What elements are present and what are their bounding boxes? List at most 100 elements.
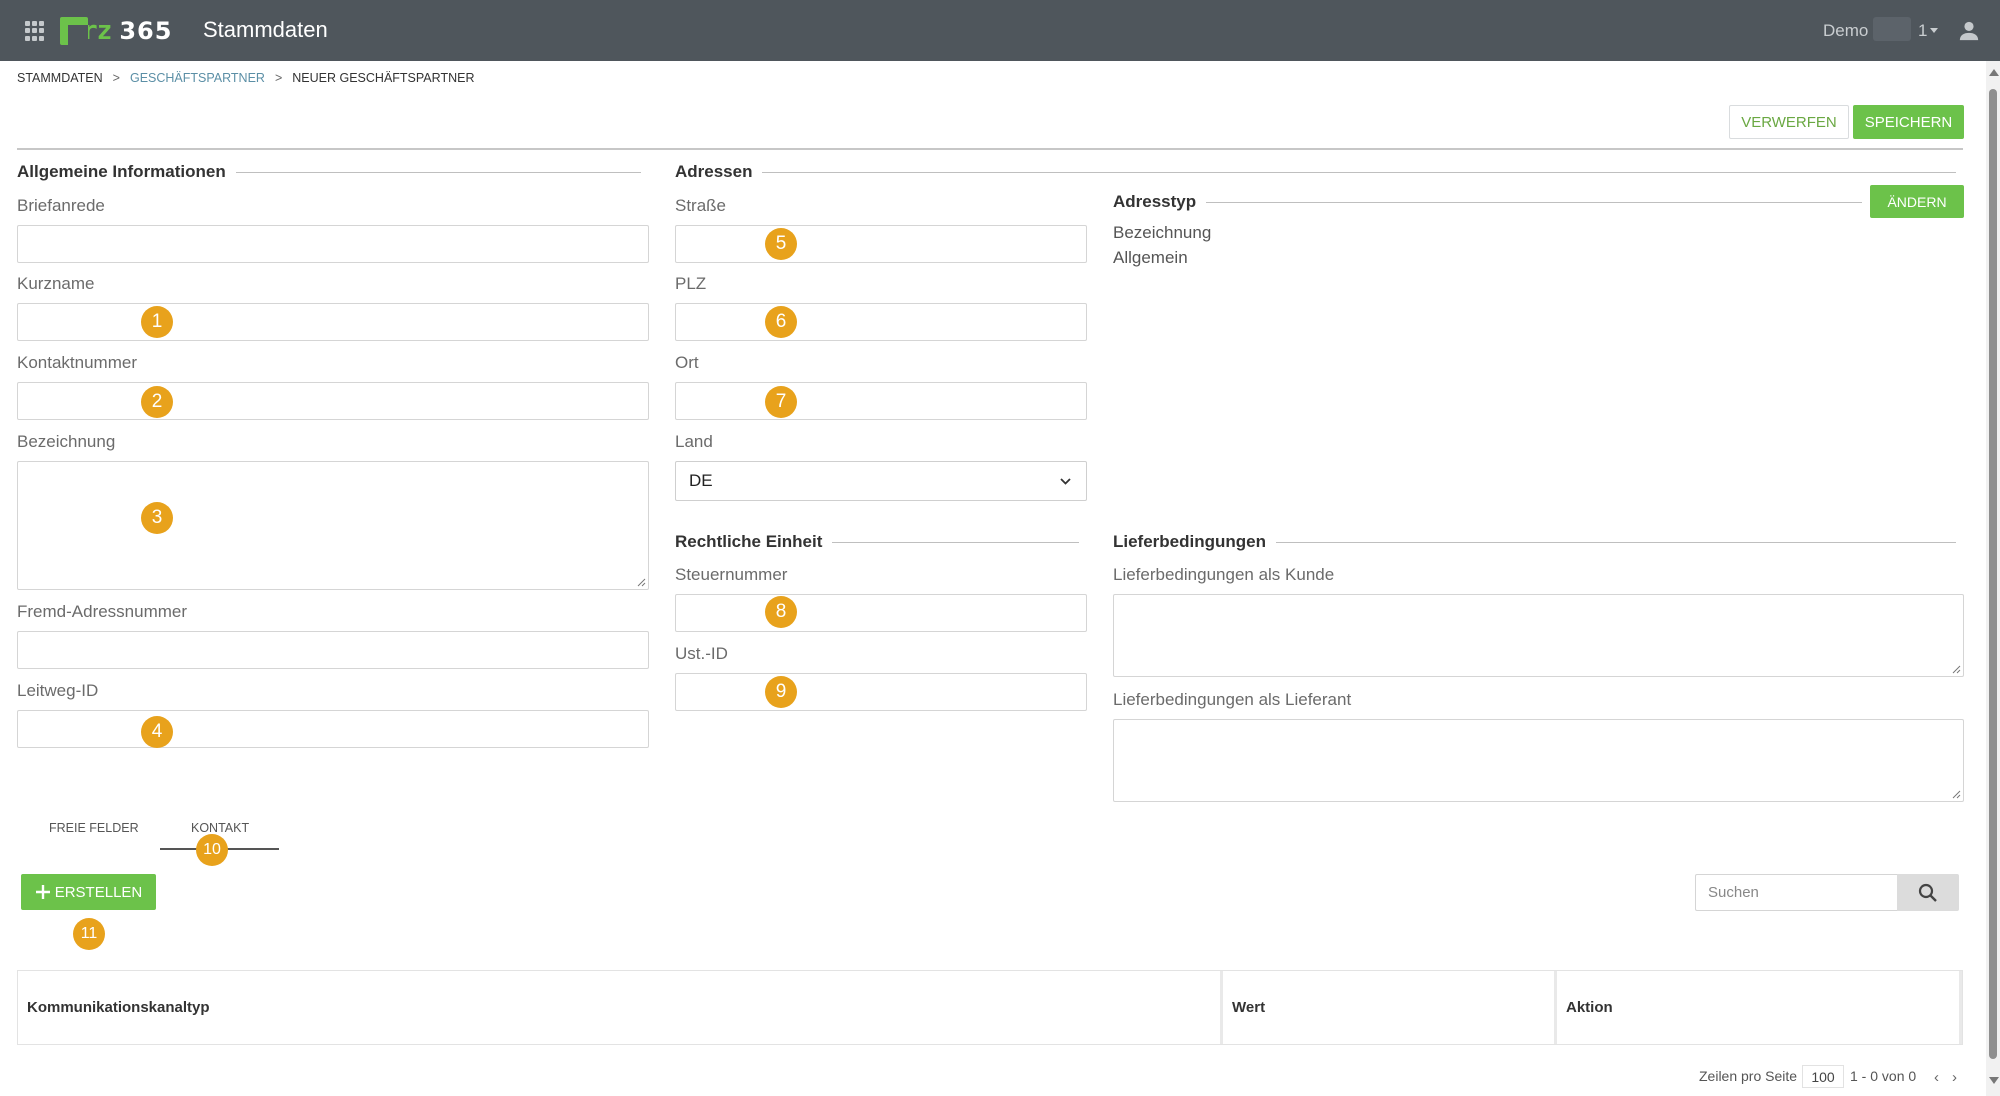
column-header-wert[interactable]: Wert: [1223, 971, 1557, 1044]
resize-handle-icon[interactable]: [1952, 790, 1961, 799]
kurzname-label: Kurzname: [17, 274, 95, 293]
user-name[interactable]: Demo: [1823, 21, 1868, 41]
breadcrumb-separator: >: [112, 71, 120, 85]
strasse-label: Straße: [675, 196, 727, 215]
annotation-badge: 2: [141, 386, 173, 418]
page-scrollbar[interactable]: [1986, 61, 2000, 1096]
rows-per-page-select[interactable]: 100: [1802, 1065, 1844, 1088]
land-label: Land: [675, 432, 713, 451]
apps-grid-icon[interactable]: [25, 21, 45, 41]
annotation-badge: 8: [765, 596, 797, 628]
briefanrede-label: Briefanrede: [17, 196, 105, 215]
scroll-up-arrow-icon[interactable]: [1989, 69, 1999, 76]
column-header-aktion[interactable]: Aktion: [1557, 971, 1962, 1044]
section-divider: [1206, 201, 1862, 203]
user-name-redaction: [1873, 17, 1911, 41]
save-button[interactable]: SPEICHERN: [1853, 105, 1964, 139]
search-icon: [1918, 883, 1937, 902]
ort-label: Ort: [675, 353, 699, 372]
adresstyp-value: Allgemein: [1113, 248, 1188, 267]
kontaktnummer-label: Kontaktnummer: [17, 353, 137, 372]
scroll-down-arrow-icon[interactable]: [1989, 1077, 1999, 1084]
addresses-section: Adressen: [675, 162, 1956, 182]
delivery-terms-section: Lieferbedingungen: [1113, 532, 1956, 552]
logo[interactable]: rz 365: [60, 15, 172, 47]
land-selected-value: DE: [689, 471, 713, 490]
chevron-down-icon: [1060, 478, 1071, 485]
section-title: Lieferbedingungen: [1113, 532, 1266, 551]
user-suffix[interactable]: 1: [1918, 21, 1927, 41]
breadcrumb-stammdaten[interactable]: STAMMDATEN: [17, 71, 103, 85]
resize-handle-icon[interactable]: [637, 578, 646, 587]
bezeichnung-label: Bezeichnung: [17, 432, 116, 451]
delivery-customer-textarea[interactable]: [1113, 594, 1964, 677]
change-address-type-button[interactable]: ÄNDERN: [1870, 185, 1964, 218]
annotation-badge: 3: [141, 502, 173, 534]
annotation-badge: 10: [196, 834, 228, 866]
header-divider: [17, 148, 1963, 150]
ust-id-label: Ust.-ID: [675, 644, 728, 663]
steuernummer-label: Steuernummer: [675, 565, 788, 584]
land-select[interactable]: DE: [675, 461, 1087, 501]
annotation-badge: 7: [765, 386, 797, 418]
ust-id-input[interactable]: [675, 673, 1087, 711]
adresstyp-label: Bezeichnung: [1113, 223, 1212, 242]
plus-icon: [35, 885, 50, 899]
section-title: Allgemeine Informationen: [17, 162, 226, 181]
delivery-supplier-label: Lieferbedingungen als Lieferant: [1113, 690, 1352, 709]
next-page-icon[interactable]: ›: [1952, 1069, 1957, 1086]
fremd-adressnummer-label: Fremd-Adressnummer: [17, 602, 188, 621]
search-button[interactable]: [1897, 874, 1959, 911]
section-divider: [235, 171, 641, 173]
annotation-badge: 9: [765, 676, 797, 708]
breadcrumb-current: NEUER GESCHÄFTSPARTNER: [292, 71, 475, 85]
breadcrumb-geschaeftspartner[interactable]: GESCHÄFTSPARTNER: [130, 71, 265, 85]
ort-input[interactable]: [675, 382, 1087, 420]
adresstyp-section: Adresstyp: [1113, 192, 1862, 212]
plz-label: PLZ: [675, 274, 707, 293]
steuernummer-input[interactable]: [675, 594, 1087, 632]
briefanrede-input[interactable]: [17, 225, 649, 263]
pagination-range: 1 - 0 von 0: [1850, 1068, 1917, 1084]
bezeichnung-textarea[interactable]: [17, 461, 649, 590]
resize-handle-icon[interactable]: [1952, 665, 1961, 674]
breadcrumb: STAMMDATEN > GESCHÄFTSPARTNER > NEUER GE…: [17, 71, 474, 85]
tab-free-fields[interactable]: FREIE FELDER: [49, 821, 139, 835]
discard-button[interactable]: VERWERFEN: [1729, 105, 1849, 139]
annotation-badge: 5: [765, 228, 797, 260]
leitweg-id-input[interactable]: [17, 710, 649, 748]
leitweg-id-label: Leitweg-ID: [17, 681, 99, 700]
plz-input[interactable]: [675, 303, 1087, 341]
logo-mark-icon: [60, 17, 88, 45]
delivery-customer-label: Lieferbedingungen als Kunde: [1113, 565, 1335, 584]
fremd-adressnummer-input[interactable]: [17, 631, 649, 669]
user-menu-caret-icon[interactable]: [1930, 28, 1938, 33]
create-button-label: ERSTELLEN: [54, 883, 143, 901]
breadcrumb-separator: >: [274, 71, 283, 85]
create-contact-button[interactable]: ERSTELLEN: [21, 874, 156, 910]
section-divider: [1276, 541, 1956, 543]
contact-table: Kommunikationskanaltyp Wert Aktion: [17, 970, 1963, 1045]
general-info-section: Allgemeine Informationen: [17, 162, 641, 182]
tab-contact[interactable]: KONTAKT: [191, 821, 249, 835]
app-title: Stammdaten: [203, 17, 328, 42]
section-title: Rechtliche Einheit: [675, 532, 823, 551]
annotation-badge: 11: [73, 918, 105, 950]
rows-per-page-label: Zeilen pro Seite: [1699, 1068, 1798, 1084]
search-input[interactable]: Suchen: [1695, 874, 1897, 911]
previous-page-icon[interactable]: ‹: [1934, 1069, 1939, 1086]
kurzname-input[interactable]: [17, 303, 649, 341]
section-divider: [762, 171, 1956, 173]
user-account-icon[interactable]: [1958, 20, 1980, 42]
strasse-input[interactable]: [675, 225, 1087, 263]
section-title: Adressen: [675, 162, 753, 181]
section-divider: [832, 541, 1079, 543]
annotation-badge: 4: [141, 716, 173, 748]
delivery-supplier-textarea[interactable]: [1113, 719, 1964, 802]
kontaktnummer-input[interactable]: [17, 382, 649, 420]
scroll-thumb[interactable]: [1989, 89, 1997, 1059]
column-header-kanaltyp[interactable]: Kommunikationskanaltyp: [18, 971, 1223, 1044]
section-title: Adresstyp: [1113, 192, 1197, 211]
legal-entity-section: Rechtliche Einheit: [675, 532, 1079, 552]
logo-number: 365: [119, 17, 173, 45]
